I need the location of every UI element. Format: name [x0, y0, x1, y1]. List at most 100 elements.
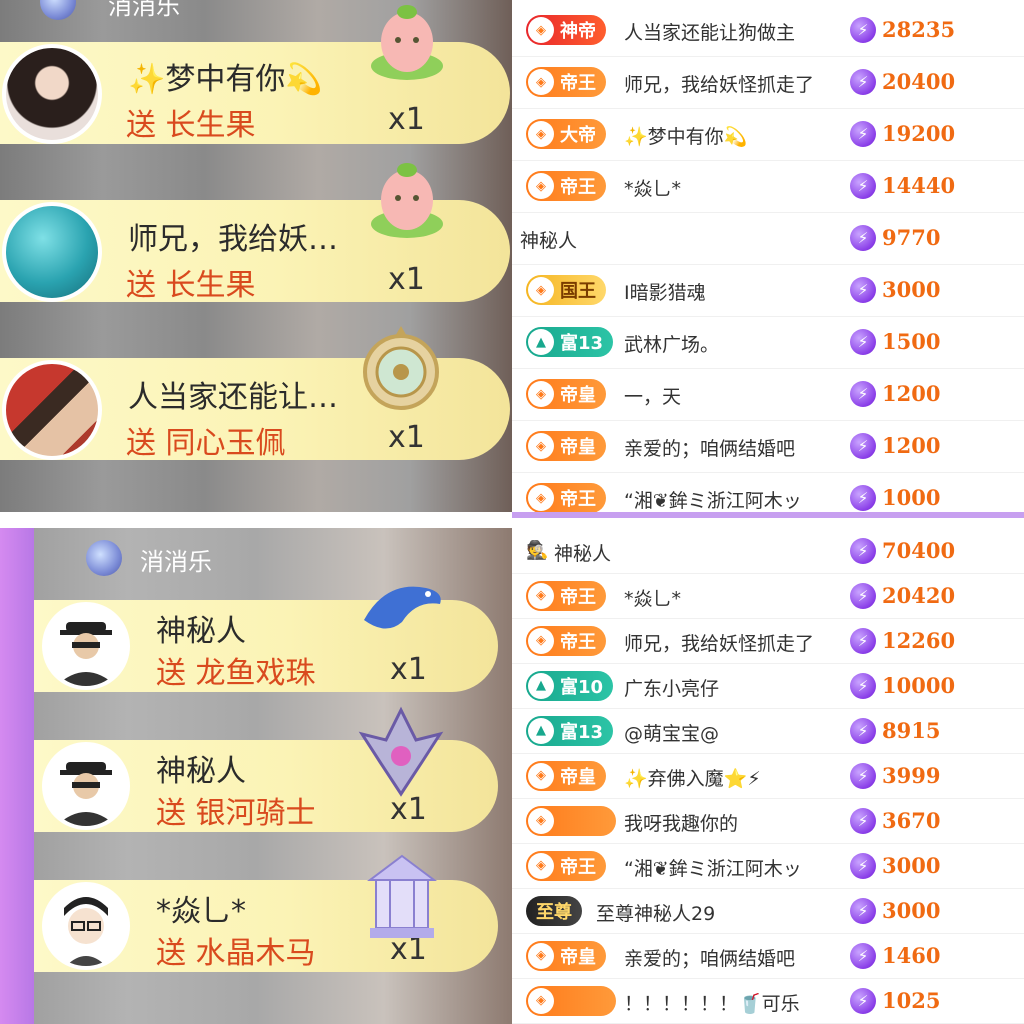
rank-row[interactable]: ◈ 我呀我趣你的 ⚡ 3670: [512, 798, 1024, 844]
badge-emblem-icon: ▲: [528, 717, 554, 744]
user-name: @萌宝宝@: [624, 722, 720, 745]
rank-row[interactable]: ▲ 富10 广东小亮仔 ⚡ 10000: [512, 663, 1024, 709]
contribution-score: 28235: [882, 17, 956, 42]
incognito-icon: 🕵: [526, 539, 549, 561]
room-icon: [86, 540, 122, 576]
rank-row[interactable]: ▲ 富13 @萌宝宝@ ⚡ 8915: [512, 708, 1024, 754]
dragon-fish-icon: [364, 586, 441, 629]
lightning-coin-icon: ⚡: [850, 987, 876, 1014]
user-name: ✨弃佛入魔⭐⚡: [624, 767, 761, 790]
room-title: 消消乐: [140, 548, 212, 576]
room-icon: [40, 0, 76, 20]
rank-row[interactable]: ◈ 帝皇 ✨弃佛入魔⭐⚡ ⚡ 3999: [512, 753, 1024, 799]
contribution-score: 1460: [882, 942, 941, 968]
badge-emblem-icon: ▲: [528, 329, 554, 355]
badge-label: 帝皇: [560, 385, 596, 406]
gift-text: 送 银河骑士: [156, 796, 316, 831]
peach-baby-icon: [371, 163, 443, 238]
avatar: [42, 882, 130, 970]
rank-row[interactable]: ◈ 帝王 “湘❦鉾ミ浙江阿木ッ ⚡ 1000: [512, 472, 1024, 512]
user-name: 神秘人: [520, 230, 578, 252]
contribution-score: 19200: [882, 121, 956, 146]
rank-row[interactable]: 🕵 神秘人 ⚡ 70400: [512, 528, 1024, 574]
sender-name: ✨梦中有你💫: [128, 62, 323, 97]
user-name: 师兄，我给妖怪抓走了: [624, 632, 815, 655]
sender-name: 神秘人: [156, 614, 246, 649]
rank-row[interactable]: ▲ 富13 武林广场。 ⚡ 1500: [512, 316, 1024, 369]
rank-row[interactable]: ◈ 国王 I暗影猎魂 ⚡ 3000: [512, 264, 1024, 317]
lightning-coin-icon: ⚡: [850, 762, 876, 789]
user-name: “湘❦鉾ミ浙江阿木ッ: [624, 857, 802, 880]
badge-emblem-icon: ◈: [528, 942, 554, 969]
avatar: [2, 360, 102, 460]
contribution-score: 1200: [882, 381, 941, 406]
user-name: 亲爱的；咱俩结婚吧: [624, 438, 796, 460]
lightning-coin-icon: ⚡: [850, 433, 876, 459]
rank-list-top: ◈ 神帝 人当家还能让狗做主 ⚡ 28235 ◈ 帝王 师兄，我给妖怪抓走了 ⚡ 20400 ◈ 大帝…: [512, 0, 1024, 512]
contribution-score: 8915: [882, 717, 941, 743]
incognito-avatar: [42, 602, 130, 690]
user-name: 人当家还能让狗做主: [624, 22, 796, 44]
rank-row[interactable]: ◈ 神帝 人当家还能让狗做主 ⚡ 28235: [512, 4, 1024, 57]
user-name: I暗影猎魂: [624, 282, 706, 304]
sender-name: 师兄，我给妖…: [128, 222, 338, 257]
lightning-coin-icon: ⚡: [850, 807, 876, 834]
divider: [0, 512, 1024, 528]
badge-label: 帝王: [560, 177, 596, 198]
user-name: 广东小亮仔: [624, 677, 720, 700]
badge-emblem-icon: ◈: [528, 627, 554, 654]
user-name: 神秘人: [554, 542, 612, 565]
rank-row[interactable]: ◈ 大帝 ✨梦中有你💫 ⚡ 19200: [512, 108, 1024, 161]
gift-count: x1: [390, 652, 427, 687]
badge-emblem-icon: ◈: [528, 485, 554, 511]
badge-label: 大帝: [560, 125, 596, 146]
rank-row[interactable]: ◈ 帝王 师兄，我给妖怪抓走了 ⚡ 20400: [512, 56, 1024, 109]
contribution-score: 3000: [882, 897, 941, 923]
rank-row[interactable]: ◈ 帝王 *焱乚* ⚡ 20420: [512, 573, 1024, 619]
rank-row[interactable]: ◈ 帝王 师兄，我给妖怪抓走了 ⚡ 12260: [512, 618, 1024, 664]
jade-pendant-icon: [363, 326, 439, 410]
contribution-score: 3000: [882, 852, 941, 878]
lightning-coin-icon: ⚡: [850, 329, 876, 355]
user-name: “湘❦鉾ミ浙江阿木ッ: [624, 490, 802, 512]
rank-row[interactable]: ◈ 帝皇 一，天 ⚡ 1200: [512, 368, 1024, 421]
user-name: 我呀我趣你的: [624, 812, 739, 835]
avatar: [2, 202, 102, 302]
lightning-coin-icon: ⚡: [850, 225, 876, 251]
badge-emblem-icon: ◈: [528, 173, 554, 199]
badge-emblem-icon: ◈: [528, 433, 554, 459]
lightning-coin-icon: ⚡: [850, 717, 876, 744]
lightning-coin-icon: ⚡: [850, 942, 876, 969]
badge-label: 至尊: [536, 901, 572, 923]
contribution-score: 14440: [882, 173, 956, 198]
level-badge: ◈ 神帝: [526, 15, 606, 45]
rank-row[interactable]: ◈ 帝王 “湘❦鉾ミ浙江阿木ッ ⚡ 3000: [512, 843, 1024, 889]
rank-row[interactable]: ◈ ！！！！！！🥤可乐 ⚡ 1025: [512, 978, 1024, 1024]
badge-label: 神帝: [560, 21, 596, 42]
user-name: *焱乚*: [624, 587, 682, 610]
badge-label: 帝王: [560, 489, 596, 510]
badge-label: 富10: [560, 676, 604, 698]
divider-accent: [512, 512, 1024, 518]
rank-row[interactable]: ◈ 帝皇 亲爱的；咱俩结婚吧 ⚡ 1200: [512, 420, 1024, 473]
rank-row[interactable]: 至尊 至尊神秘人29 ⚡ 3000: [512, 888, 1024, 934]
lightning-coin-icon: ⚡: [850, 672, 876, 699]
rank-row[interactable]: ◈ 帝皇 亲爱的；咱俩结婚吧 ⚡ 1460: [512, 933, 1024, 979]
user-name: 亲爱的；咱俩结婚吧: [624, 947, 796, 970]
badge-label: 富13: [560, 333, 604, 354]
level-badge: ◈ 帝皇: [526, 760, 606, 791]
level-badge: ◈: [526, 805, 616, 836]
lightning-coin-icon: ⚡: [850, 277, 876, 303]
contribution-score: 3000: [882, 277, 941, 302]
lightning-coin-icon: ⚡: [850, 381, 876, 407]
contribution-score: 3999: [882, 762, 941, 788]
gift-text: 送 同心玉佩: [126, 426, 286, 461]
level-badge: ▲ 富10: [526, 670, 614, 701]
rank-row[interactable]: 神秘人 ⚡ 9770: [512, 212, 1024, 265]
room-title: 消消乐: [108, 0, 180, 20]
rank-row[interactable]: ◈ 帝王 *焱乚* ⚡ 14440: [512, 160, 1024, 213]
contribution-score: 10000: [882, 672, 956, 698]
gift-count: x1: [388, 420, 425, 455]
sender-name: 神秘人: [156, 754, 246, 789]
contribution-score: 70400: [882, 537, 956, 563]
